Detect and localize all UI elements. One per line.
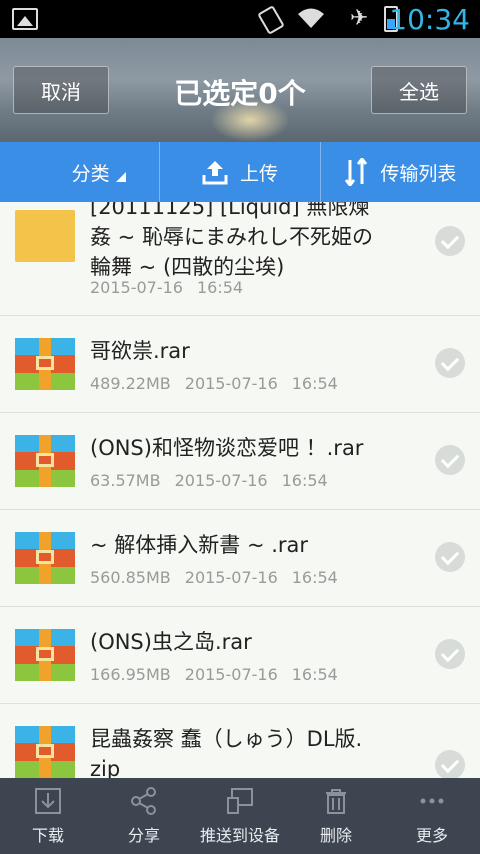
list-item[interactable]: (ONS)和怪物谈恋爱吧 ！.rar 63.57MB 2015-07-16 16:5… — [0, 413, 480, 510]
download-button[interactable]: 下载 — [0, 778, 96, 854]
tab-upload[interactable]: 上传 — [160, 142, 321, 202]
grid-icon — [34, 159, 60, 185]
trash-icon — [326, 789, 346, 814]
file-date: 2015-07-16 — [184, 665, 278, 684]
tab-category-label: 分类 — [71, 162, 110, 185]
tab-transfer-list-label: 传输列表 — [380, 162, 457, 185]
status-bar: ✈ 10:34 — [0, 0, 480, 38]
file-name: 昆蟲姦察 蠢（しゅう）DL版. zip — [90, 724, 420, 778]
more-label: 更多 — [415, 826, 448, 845]
file-time: 16:54 — [291, 374, 338, 393]
select-checkbox[interactable] — [435, 639, 465, 669]
file-size: 166.95MB — [90, 665, 171, 684]
file-name-line: [20111125] [Liquid] 無限煉 — [90, 202, 370, 219]
archive-icon — [15, 726, 75, 778]
file-meta: 489.22MB 2015-07-16 16:54 — [90, 374, 352, 393]
share-label: 分享 — [127, 826, 160, 845]
wifi-icon — [298, 8, 324, 28]
archive-icon — [15, 338, 75, 390]
file-date: 2015-07-16 — [184, 568, 278, 587]
select-checkbox[interactable] — [435, 750, 465, 778]
file-name: ~ 解体挿入新書 ~ .rar — [90, 533, 309, 557]
select-checkbox[interactable] — [435, 348, 465, 378]
archive-icon — [15, 532, 75, 584]
cancel-button[interactable]: 取消 — [13, 66, 109, 114]
file-name-line: zip — [90, 757, 121, 778]
file-name-line: 姦 ~ 恥辱にまみれし不死姫の — [90, 225, 373, 249]
clock: 10:34 — [389, 3, 470, 36]
delete-label: 删除 — [319, 826, 352, 845]
file-meta: 166.95MB 2015-07-16 16:54 — [90, 665, 352, 684]
file-date: 2015-07-16 — [174, 471, 268, 490]
list-item[interactable]: 昆蟲姦察 蠢（しゅう）DL版. zip — [0, 704, 480, 778]
image-icon — [12, 8, 38, 30]
tab-transfer-list[interactable]: 传输列表 — [321, 142, 480, 202]
bottom-action-bar: 下载 分享 推送到设备 删除 更多 — [0, 778, 480, 854]
list-item[interactable]: (ONS)虫之岛.rar 166.95MB 2015-07-16 16:54 — [0, 607, 480, 704]
file-meta: 2015-07-16 16:54 — [90, 278, 257, 297]
page-title: 已选定0个 — [174, 77, 306, 110]
file-meta: 560.85MB 2015-07-16 16:54 — [90, 568, 352, 587]
list-item[interactable]: [20111125] [Liquid] 無限煉 姦 ~ 恥辱にまみれし不死姫の … — [0, 202, 480, 316]
file-date: 2015-07-16 — [90, 278, 183, 297]
list-item[interactable]: 哥欲祟.rar 489.22MB 2015-07-16 16:54 — [0, 316, 480, 413]
file-name: (ONS)虫之岛.rar — [90, 630, 252, 654]
file-time: 16:54 — [196, 278, 244, 297]
transfer-icon — [345, 158, 368, 186]
archive-icon — [15, 629, 75, 681]
upload-icon — [202, 161, 228, 185]
tab-upload-label: 上传 — [239, 162, 278, 185]
download-label: 下载 — [31, 826, 64, 845]
file-date: 2015-07-16 — [184, 374, 278, 393]
list-item[interactable]: ~ 解体挿入新書 ~ .rar 560.85MB 2015-07-16 16:54 — [0, 510, 480, 607]
dropdown-caret-icon — [115, 172, 126, 182]
file-size: 560.85MB — [90, 568, 171, 587]
file-time: 16:54 — [291, 568, 338, 587]
selection-header: 取消 已选定0个 全选 — [0, 38, 480, 142]
push-to-device-label: 推送到设备 — [199, 826, 280, 845]
push-to-device-button[interactable]: 推送到设备 — [192, 778, 288, 854]
select-checkbox[interactable] — [435, 445, 465, 475]
screen-rotation-icon — [257, 5, 285, 35]
file-name-line: 昆蟲姦察 蠢（しゅう）DL版. — [90, 727, 363, 751]
folder-icon — [15, 210, 75, 262]
tab-category[interactable]: 分类 — [0, 142, 161, 202]
file-list: [20111125] [Liquid] 無限煉 姦 ~ 恥辱にまみれし不死姫の … — [0, 202, 480, 778]
file-name: 哥欲祟.rar — [90, 339, 190, 363]
file-time: 16:54 — [291, 665, 338, 684]
select-checkbox[interactable] — [435, 542, 465, 572]
delete-button[interactable]: 删除 — [288, 778, 384, 854]
file-name: (ONS)和怪物谈恋爱吧 ！.rar — [90, 436, 364, 460]
airplane-icon: ✈ — [350, 6, 369, 31]
push-device-icon — [227, 788, 253, 814]
file-size: 489.22MB — [90, 374, 171, 393]
share-icon — [131, 787, 156, 815]
select-all-button[interactable]: 全选 — [371, 66, 467, 114]
share-button[interactable]: 分享 — [96, 778, 192, 854]
tab-bar: 分类 上传 传输列表 — [0, 142, 480, 202]
archive-icon — [15, 435, 75, 487]
select-checkbox[interactable] — [435, 226, 465, 256]
download-icon — [35, 788, 61, 814]
file-time: 16:54 — [281, 471, 328, 490]
more-button[interactable]: 更多 — [384, 778, 480, 854]
file-name: [20111125] [Liquid] 無限煉 姦 ~ 恥辱にまみれし不死姫の … — [90, 202, 420, 282]
file-size: 63.57MB — [90, 471, 161, 490]
more-icon — [420, 798, 444, 804]
file-meta: 63.57MB 2015-07-16 16:54 — [90, 471, 342, 490]
